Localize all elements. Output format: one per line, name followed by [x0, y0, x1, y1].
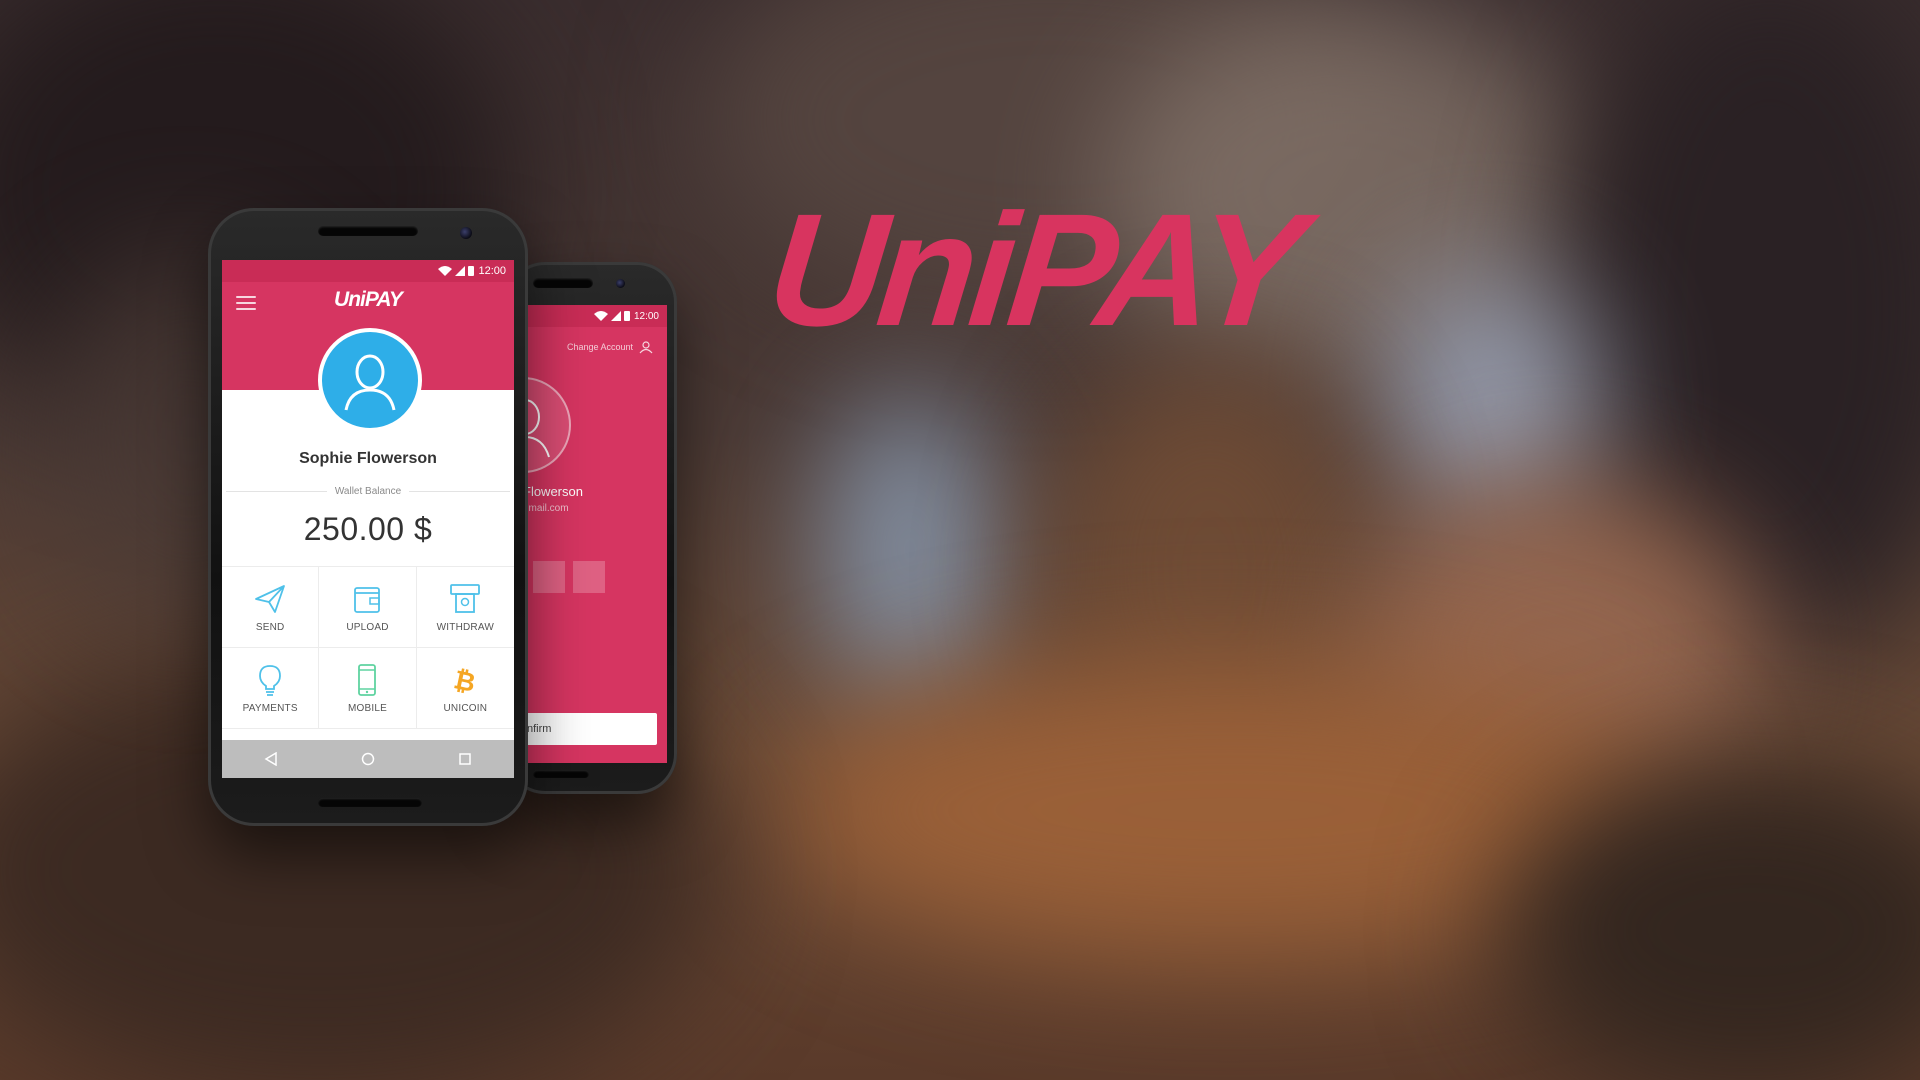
phone-camera: [460, 227, 472, 239]
phone-camera: [616, 279, 625, 288]
withdraw-label: WITHDRAW: [436, 621, 494, 633]
mobile-label: MOBILE: [347, 702, 387, 714]
status-time: 12:00: [478, 265, 506, 277]
wifi-icon: [438, 266, 453, 276]
user-name: Sophie Flowerson: [299, 450, 437, 467]
phone-speaker: [318, 226, 418, 236]
user-email: gmail.com: [523, 503, 569, 514]
app-header: UniPAY: [222, 282, 514, 432]
payments-label: PAYMENTS: [242, 702, 298, 714]
upload-label: UPLOAD: [346, 621, 389, 633]
pin-box[interactable]: [533, 561, 565, 593]
back-nav-button[interactable]: [251, 744, 291, 774]
send-button[interactable]: SEND: [222, 567, 320, 648]
upload-button[interactable]: UPLOAD: [319, 567, 417, 648]
profile-section: Sophie Flowerson Wallet Balance 250.00 $: [222, 450, 514, 566]
battery-icon: [623, 311, 630, 321]
android-nav-bar: [222, 740, 514, 778]
paper-plane-icon: [255, 584, 286, 613]
confirm-label: nfirm: [527, 723, 552, 735]
phone-speaker: [533, 770, 589, 778]
signal-icon: [610, 311, 621, 321]
person-icon: [344, 354, 396, 411]
avatar[interactable]: [318, 328, 422, 432]
withdraw-button[interactable]: WITHDRAW: [416, 567, 514, 648]
signal-icon: [455, 266, 466, 276]
recents-icon: [459, 753, 472, 765]
user-icon: [639, 341, 653, 354]
divider: [226, 491, 327, 492]
app-title: UniPAY: [334, 288, 403, 311]
status-icons: [593, 311, 630, 321]
user-name: Flowerson: [523, 484, 583, 499]
wifi-icon: [593, 311, 608, 321]
mobile-button[interactable]: MOBILE: [319, 648, 417, 729]
bitcoin-icon: ₿: [451, 665, 478, 697]
send-label: SEND: [255, 621, 285, 633]
status-time: 12:00: [633, 310, 659, 322]
battery-icon: [468, 266, 475, 276]
balance-label-row: Wallet Balance: [226, 486, 511, 497]
wallet-balance-label: Wallet Balance: [334, 486, 402, 497]
home-nav-button[interactable]: [348, 744, 388, 774]
status-bar: 12:00: [222, 260, 514, 282]
lightbulb-icon: [259, 664, 282, 696]
change-account-label: Change Account: [566, 342, 633, 352]
pin-box[interactable]: [573, 561, 605, 593]
action-grid: SEND UPLOAD WITHDRAW PAYMENTS MOBILE ₿ U…: [222, 566, 514, 729]
mobile-phone-icon: [358, 663, 377, 696]
wallet-balance-value: 250.00 $: [303, 511, 433, 547]
atm-icon: [450, 583, 481, 613]
change-account-link[interactable]: Change Account: [567, 340, 653, 354]
phone-speaker: [318, 798, 422, 807]
back-icon: [264, 752, 277, 766]
front-phone-screen: 12:00 UniPAY Sophie Flowerson Wallet Bal…: [222, 260, 514, 778]
svg-text:₿: ₿: [451, 665, 478, 697]
status-icons: [438, 266, 475, 276]
phone-speaker: [533, 278, 593, 288]
unicoin-button[interactable]: ₿ UNICOIN: [416, 648, 514, 729]
unicoin-label: UNICOIN: [443, 702, 488, 714]
recents-nav-button[interactable]: [445, 744, 485, 774]
front-phone: 12:00 UniPAY Sophie Flowerson Wallet Bal…: [208, 208, 528, 826]
divider: [409, 491, 511, 492]
back-phone: 12:00 Change Account Flowerson gmail.com…: [495, 262, 677, 794]
unipay-logo: UniPAY: [760, 180, 1307, 359]
payments-button[interactable]: PAYMENTS: [222, 648, 320, 729]
wallet-icon: [354, 586, 381, 613]
home-icon: [361, 752, 375, 766]
